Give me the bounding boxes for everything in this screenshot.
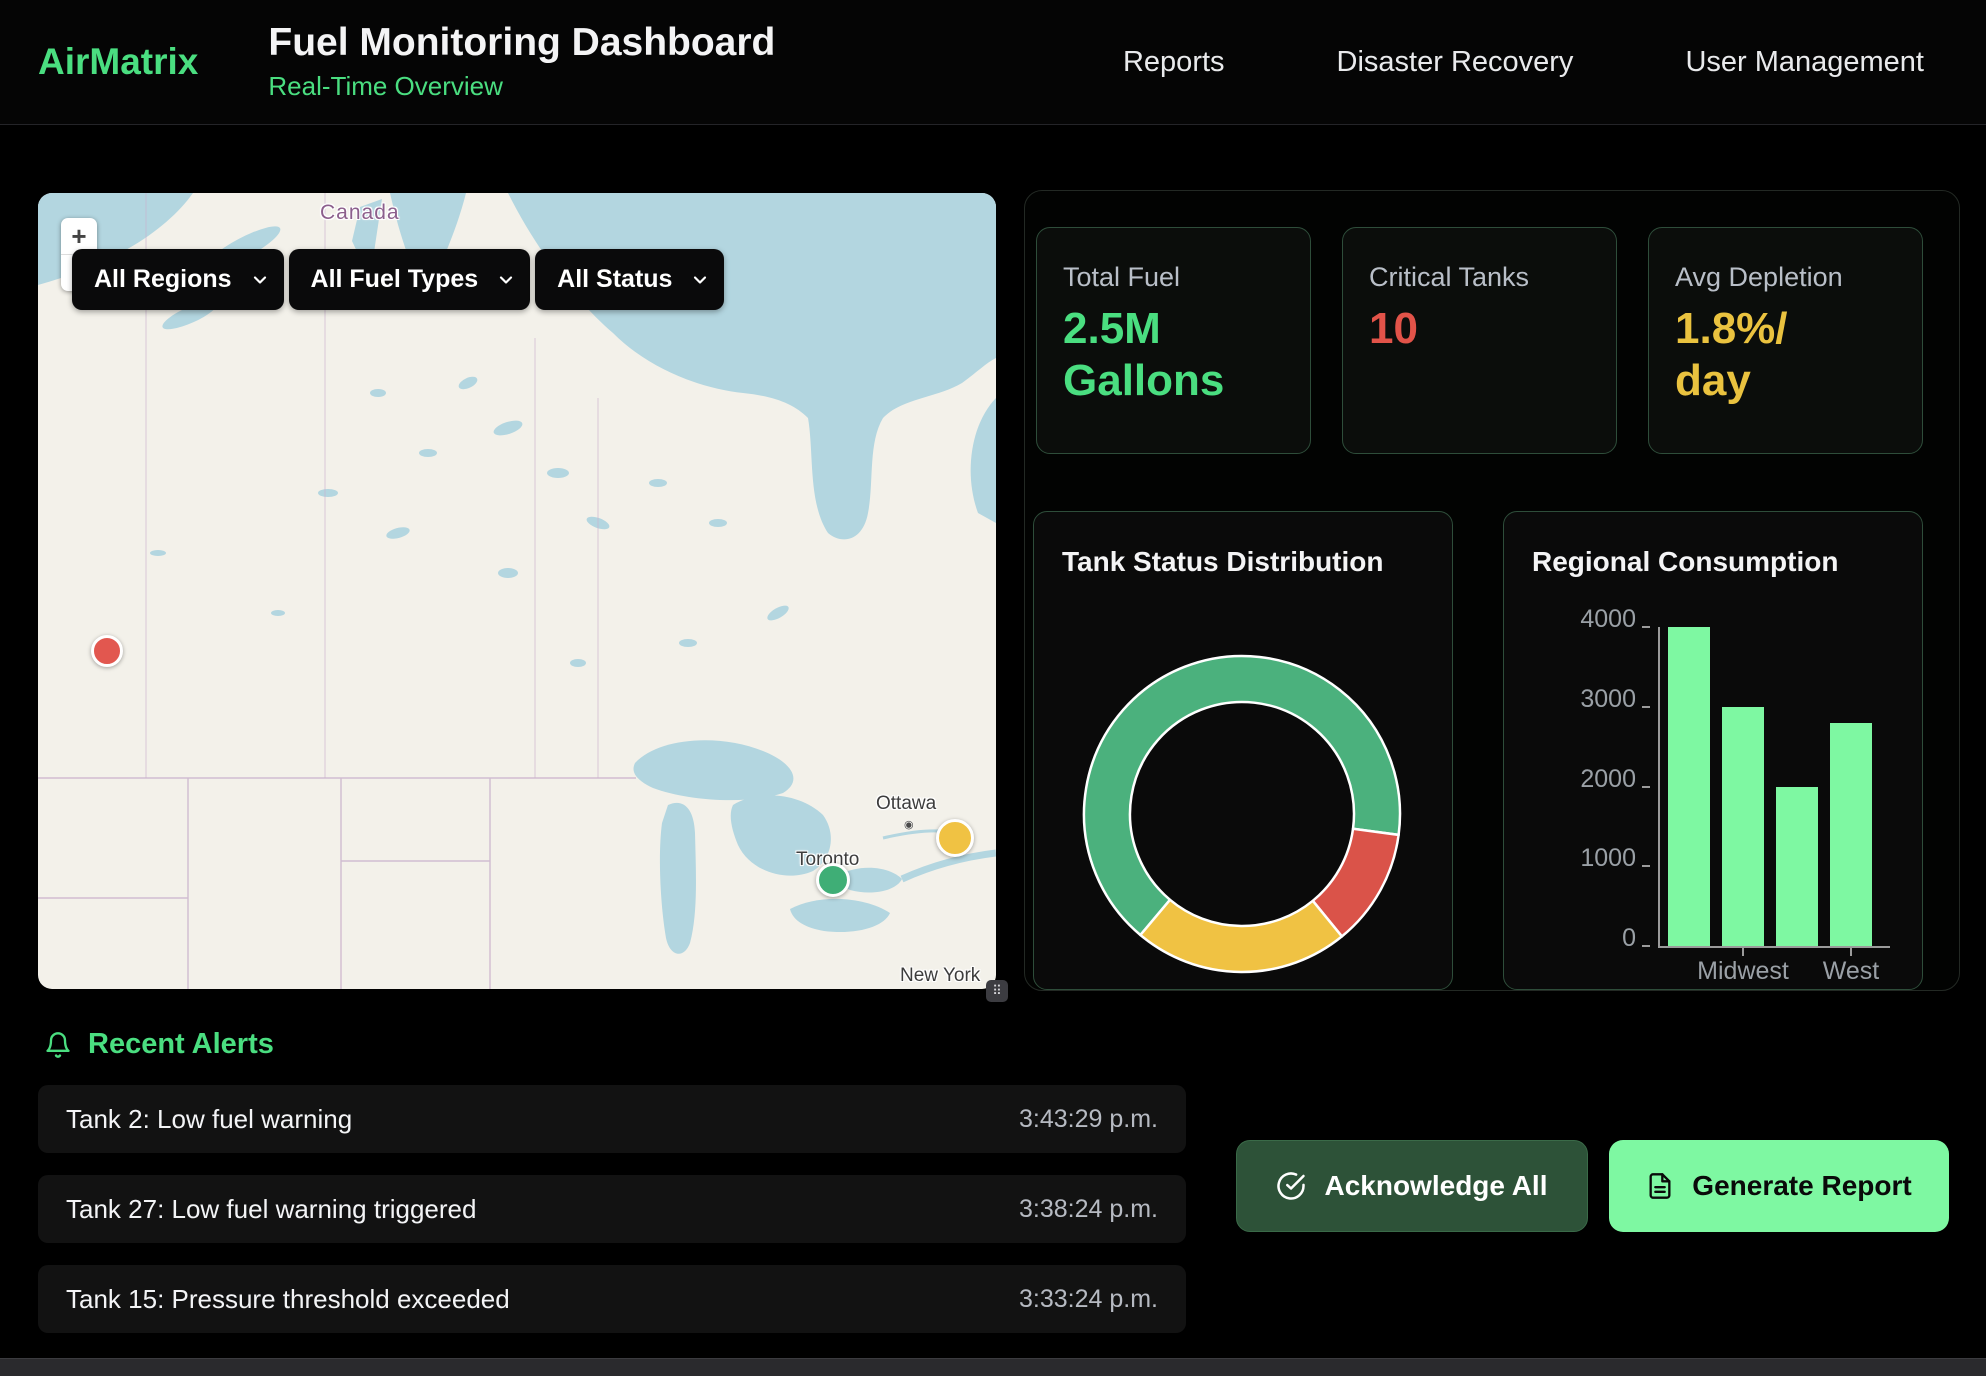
- alert-message: Tank 27: Low fuel warning triggered: [66, 1194, 476, 1225]
- map-panel[interactable]: Canada Ottawa ◉ Toronto New York + − All…: [38, 193, 996, 989]
- alert-timestamp: 3:33:24 p.m.: [1019, 1285, 1158, 1314]
- alert-row[interactable]: Tank 27: Low fuel warning triggered 3:38…: [38, 1175, 1186, 1243]
- map-label-ottawa: Ottawa: [876, 793, 936, 815]
- recent-alerts-heading: Recent Alerts: [44, 1028, 274, 1061]
- regional-consumption-card: Regional Consumption 0 1000 2000 3000 4000 M…: [1503, 511, 1923, 990]
- main-nav: Reports Disaster Recovery User Managemen…: [1123, 46, 1986, 79]
- tank-status-distribution-card: Tank Status Distribution: [1033, 511, 1453, 990]
- stat-value-total-fuel: 2.5M Gallons: [1063, 303, 1284, 407]
- bar-West: [1830, 723, 1872, 946]
- recent-alerts-title: Recent Alerts: [88, 1028, 274, 1061]
- tank-marker-normal[interactable]: [816, 863, 850, 897]
- overview-panel: Total Fuel 2.5M Gallons Critical Tanks 1…: [1024, 190, 1960, 991]
- chart-title: Regional Consumption: [1532, 546, 1922, 578]
- alert-row[interactable]: Tank 15: Pressure threshold exceeded 3:3…: [38, 1265, 1186, 1333]
- nav-item-disaster-recovery[interactable]: Disaster Recovery: [1337, 46, 1574, 79]
- chart-title: Tank Status Distribution: [1062, 546, 1452, 578]
- x-axis-label: Midwest: [1697, 957, 1789, 986]
- status-filter-value: All Status: [557, 265, 672, 294]
- y-axis-label: 0: [1622, 924, 1636, 953]
- generate-report-label: Generate Report: [1692, 1170, 1911, 1202]
- region-filter-value: All Regions: [94, 265, 232, 294]
- stat-value-critical-tanks: 10: [1369, 303, 1590, 355]
- nav-item-reports[interactable]: Reports: [1123, 46, 1225, 79]
- y-axis-label: 2000: [1580, 765, 1636, 794]
- title-block: Fuel Monitoring Dashboard Real-Time Over…: [268, 22, 775, 102]
- stat-label: Avg Depletion: [1675, 262, 1896, 293]
- stat-label: Total Fuel: [1063, 262, 1284, 293]
- brand-logo: AirMatrix: [38, 41, 198, 83]
- bell-icon: [44, 1030, 72, 1060]
- stat-card-avg-depletion: Avg Depletion 1.8%/ day: [1648, 227, 1923, 454]
- fuel-monitoring-dashboard: AirMatrix Fuel Monitoring Dashboard Real…: [0, 0, 1986, 1376]
- stat-value-avg-depletion: 1.8%/ day: [1675, 303, 1896, 407]
- acknowledge-all-button[interactable]: Acknowledge All: [1236, 1140, 1588, 1232]
- fuel-type-filter-value: All Fuel Types: [311, 265, 479, 294]
- alert-timestamp: 3:38:24 p.m.: [1019, 1195, 1158, 1224]
- bar-col-1: [1668, 627, 1710, 946]
- y-axis-label: 3000: [1580, 685, 1636, 714]
- alert-message: Tank 15: Pressure threshold exceeded: [66, 1284, 510, 1315]
- bar-Midwest: [1722, 707, 1764, 946]
- chevron-down-icon: [690, 270, 710, 290]
- bar-col-3: [1776, 787, 1818, 947]
- region-filter-dropdown[interactable]: All Regions: [72, 249, 284, 310]
- chevron-down-icon: [250, 270, 270, 290]
- resize-grip-handle[interactable]: ⠿: [986, 980, 1008, 1002]
- page-subtitle: Real-Time Overview: [268, 71, 775, 102]
- page-title: Fuel Monitoring Dashboard: [268, 22, 775, 65]
- map-label-canada: Canada: [320, 201, 400, 225]
- fuel-type-filter-dropdown[interactable]: All Fuel Types: [289, 249, 531, 310]
- check-circle-icon: [1276, 1171, 1306, 1201]
- y-axis-label: 1000: [1580, 844, 1636, 873]
- bar-chart-y-axis: 01000200030004000: [1574, 627, 1650, 946]
- regional-consumption-bar-chart: MidwestWest: [1658, 627, 1890, 948]
- alert-message: Tank 2: Low fuel warning: [66, 1104, 352, 1135]
- donut-yellow-segment: [1140, 900, 1342, 972]
- stat-label: Critical Tanks: [1369, 262, 1590, 293]
- map-filters: All Regions All Fuel Types All Status: [72, 249, 724, 310]
- tank-marker-critical[interactable]: [91, 635, 123, 667]
- alert-timestamp: 3:43:29 p.m.: [1019, 1105, 1158, 1134]
- generate-report-button[interactable]: Generate Report: [1609, 1140, 1949, 1232]
- stat-card-total-fuel: Total Fuel 2.5M Gallons: [1036, 227, 1311, 454]
- x-axis-label: West: [1823, 957, 1880, 986]
- ottawa-city-dot: ◉: [904, 820, 914, 831]
- bottom-bar: [0, 1358, 1986, 1376]
- report-file-icon: [1646, 1172, 1674, 1200]
- tank-status-donut-chart: [1072, 644, 1412, 984]
- stat-card-critical-tanks: Critical Tanks 10: [1342, 227, 1617, 454]
- nav-item-user-management[interactable]: User Management: [1685, 46, 1924, 79]
- chevron-down-icon: [496, 270, 516, 290]
- header: AirMatrix Fuel Monitoring Dashboard Real…: [0, 0, 1986, 125]
- alert-row[interactable]: Tank 2: Low fuel warning 3:43:29 p.m.: [38, 1085, 1186, 1153]
- y-axis-label: 4000: [1580, 605, 1636, 634]
- tank-marker-warning[interactable]: [936, 819, 974, 857]
- map-label-new-york: New York: [900, 965, 980, 987]
- acknowledge-all-label: Acknowledge All: [1324, 1170, 1547, 1202]
- status-filter-dropdown[interactable]: All Status: [535, 249, 724, 310]
